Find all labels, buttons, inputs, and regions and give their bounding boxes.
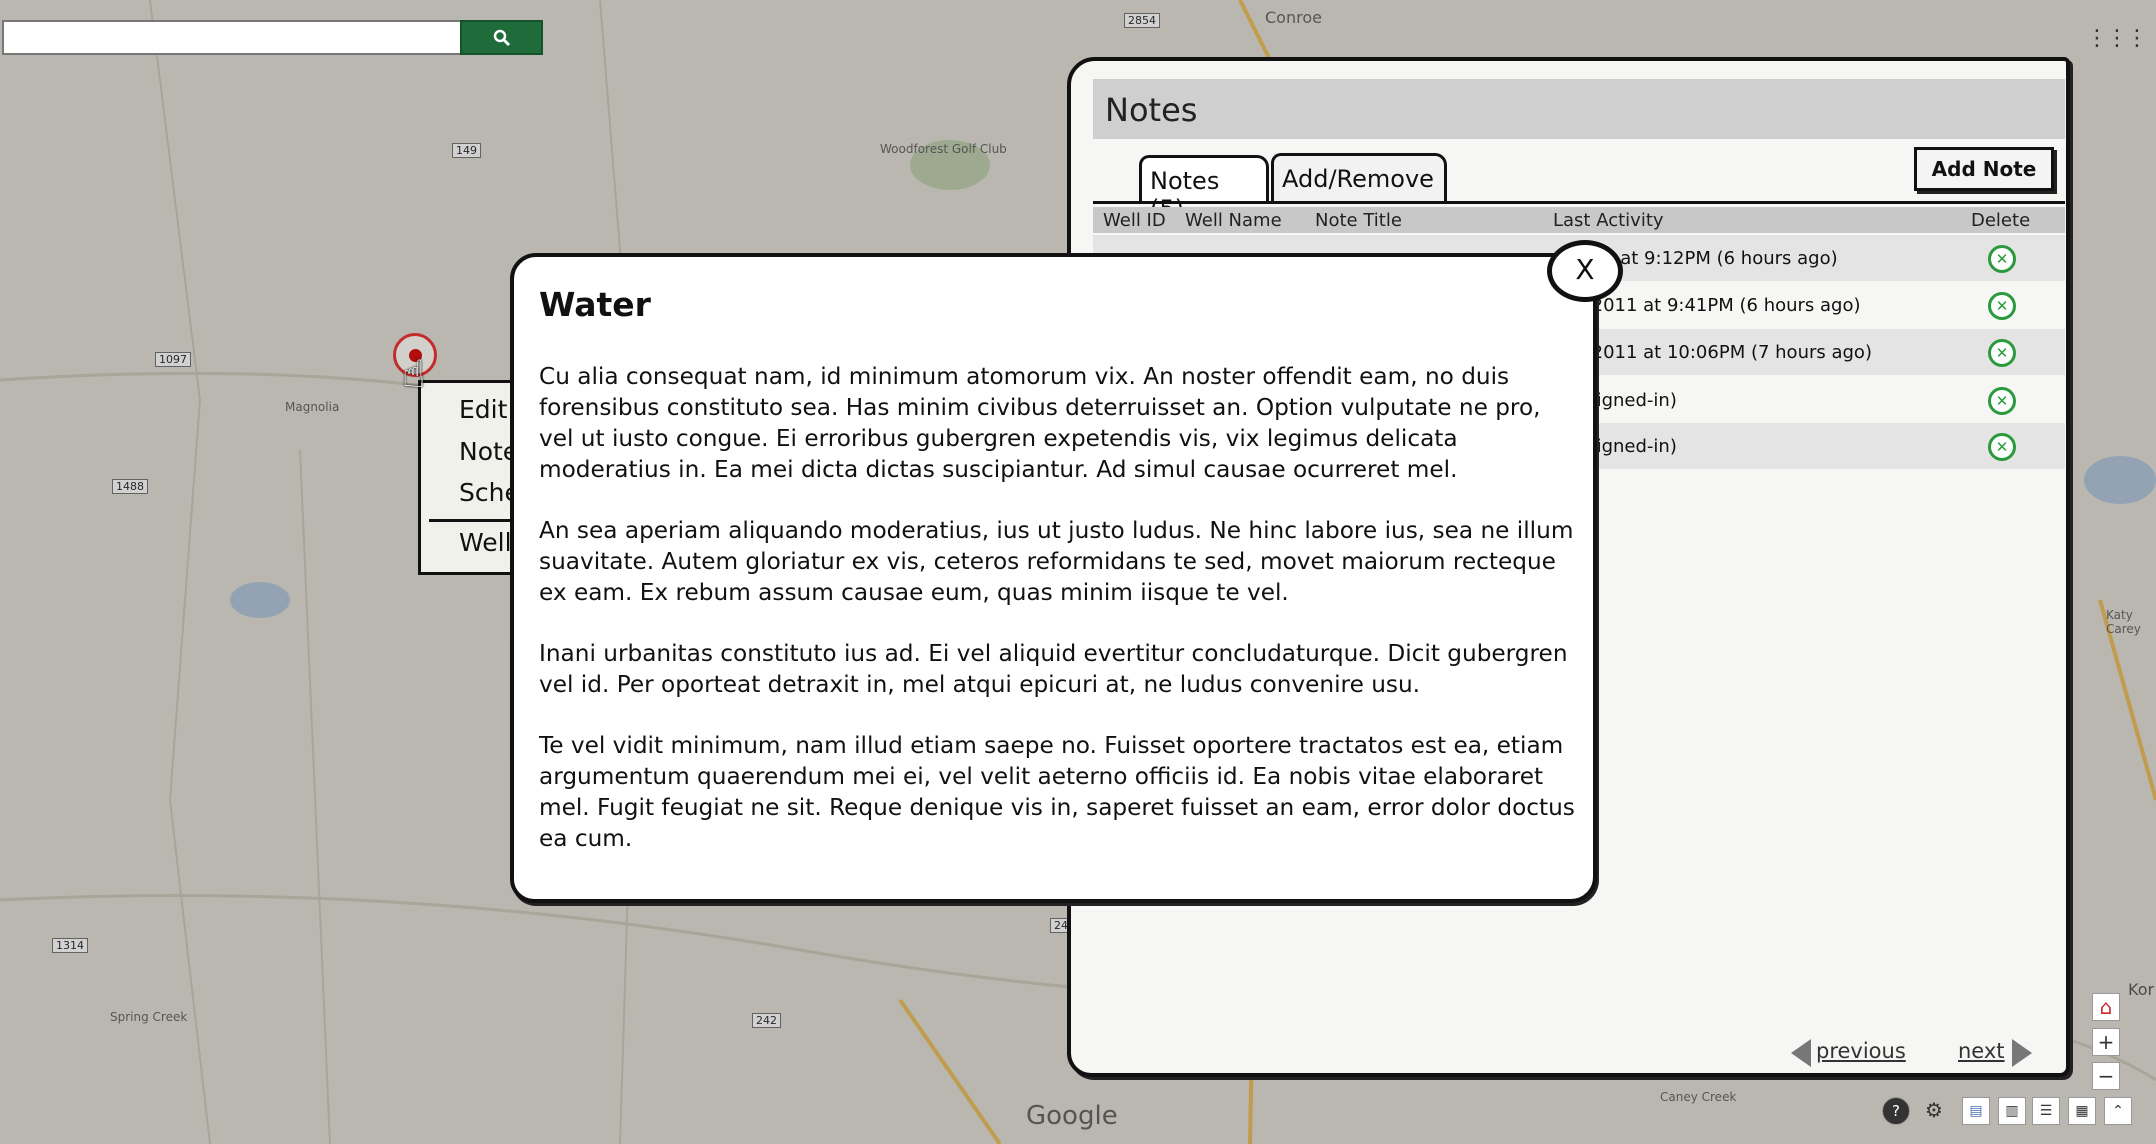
search-icon [493,29,510,46]
modal-body: Cu alia consequat nam, id minimum atomor… [539,361,1579,884]
modal-paragraph: Inani urbanitas constituto ius ad. Ei ve… [539,640,1568,698]
column-well-name[interactable]: Well Name [1185,210,1282,231]
list-view-icon[interactable]: ☰ [2032,1097,2060,1125]
close-button[interactable]: X [1547,240,1623,302]
apps-grid-icon[interactable]: ⋮⋮⋮ [2086,26,2148,51]
modal-paragraph: Te vel vidit minimum, nam illud etiam sa… [539,732,1575,852]
delete-icon[interactable]: ✕ [1988,339,2016,367]
bar-view-icon[interactable]: ▥ [1998,1097,2026,1125]
delete-icon[interactable]: ✕ [1988,245,2016,273]
column-delete: Delete [1971,210,2031,231]
delete-icon[interactable]: ✕ [1988,292,2016,320]
collapse-up-icon[interactable]: ⌃ [2104,1097,2132,1125]
last-activity: 21,2011 at 10:06PM (7 hours ago) [1563,342,1872,363]
delete-icon[interactable]: ✕ [1988,387,2016,415]
help-icon[interactable]: ? [1882,1097,1910,1125]
previous-link[interactable]: previous [1816,1039,1906,1063]
modal-paragraph: An sea aperiam aliquando moderatius, ius… [539,517,1574,606]
tab-notes[interactable]: Notes (5) [1139,155,1269,223]
previous-arrow-icon[interactable] [1791,1039,1811,1067]
modal-paragraph: Cu alia consequat nam, id minimum atomor… [539,363,1541,483]
table-header: Well ID Well Name Note Title Last Activi… [1093,207,2065,233]
context-menu-well[interactable]: Well [459,528,512,557]
chart-view-icon[interactable]: ▤ [1962,1097,1990,1125]
last-activity: 21,2011 at 9:41PM (6 hours ago) [1563,295,1861,316]
note-modal: Water Cu alia consequat nam, id minimum … [510,253,1597,903]
delete-icon[interactable]: ✕ [1988,433,2016,461]
gear-icon[interactable]: ⚙ [1920,1097,1948,1125]
google-logo: Google [1026,1101,1118,1131]
next-arrow-icon[interactable] [2012,1039,2032,1067]
column-note-title[interactable]: Note Title [1315,210,1402,231]
column-last-activity[interactable]: Last Activity [1553,210,1664,231]
search-input[interactable] [2,20,462,55]
search-button[interactable] [460,20,543,55]
tab-underline [1093,201,2065,204]
hand-cursor-icon: ☝ [402,352,426,396]
modal-title: Water [539,285,651,324]
tab-add-remove[interactable]: Add/Remove [1271,153,1447,201]
column-well-id[interactable]: Well ID [1103,210,1166,231]
context-menu-edit[interactable]: Edit [459,395,507,424]
next-link[interactable]: next [1958,1039,2005,1063]
grid-view-icon[interactable]: ▦ [2068,1097,2096,1125]
notes-panel-title: Notes [1093,79,2065,139]
zoom-out-button[interactable]: − [2092,1062,2120,1090]
camera-icon[interactable]: ⌂ [2092,993,2120,1021]
zoom-in-button[interactable]: + [2092,1028,2120,1056]
add-note-button[interactable]: Add Note [1914,147,2054,191]
